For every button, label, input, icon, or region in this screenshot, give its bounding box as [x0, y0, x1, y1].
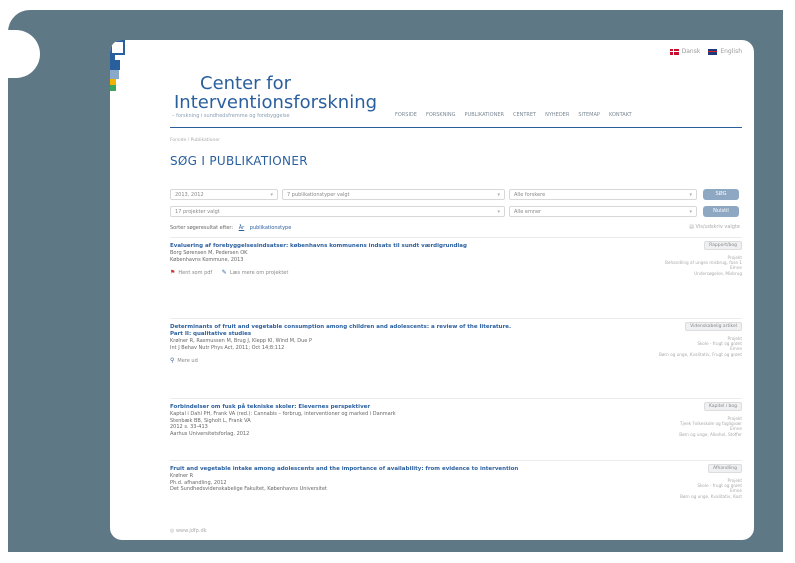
- main-nav: FORSIDE FORSKNING PUBLIKATIONER CENTRET …: [395, 112, 632, 118]
- print-selected-label: Vis/udskriv valgte: [695, 224, 740, 230]
- year-select[interactable]: 2013, 2012 ▾: [170, 189, 278, 200]
- publication-meta: Projekt Skole - frugt og grønt Emne Børn…: [659, 336, 742, 357]
- chevron-down-icon: ▾: [689, 192, 692, 198]
- pubtype-select-value: 7 publikationstyper valgt: [287, 192, 350, 198]
- publication-source: Københavns Kommune, 2013: [170, 256, 244, 263]
- publication-meta: Projekt Behandling af unges misbrug, fas…: [665, 255, 742, 276]
- print-selected[interactable]: ▤ Vis/udskriv valgte: [689, 224, 740, 230]
- publication-meta: Projekt Tjeek Folkeskole og fagligvær Em…: [679, 416, 742, 437]
- publication-title[interactable]: Determinants of fruit and vegetable cons…: [170, 324, 520, 338]
- lang-english[interactable]: English: [708, 48, 742, 55]
- forskere-select-value: Alle forskere: [514, 192, 546, 198]
- lang-danish[interactable]: Dansk: [669, 48, 701, 55]
- emner-select-value: Alle emner: [514, 209, 542, 215]
- link-icon: ⚲: [170, 357, 175, 364]
- publication-item: Forbindelser om fusk på tekniske skoler:…: [170, 398, 742, 467]
- logo[interactable]: Center for Interventionsforskning – fors…: [110, 40, 390, 124]
- publication-institution: Det Sundhedsvidenskabelige Fakultet, Køb…: [170, 486, 327, 492]
- footer-link-label: www.jdfp.dk: [175, 528, 207, 534]
- meta-topic-value[interactable]: Børn og unge, Kvalitativ, Kost: [680, 494, 742, 499]
- projekter-select[interactable]: 17 projekter valgt ▾: [170, 206, 505, 217]
- printer-icon: ▤: [689, 224, 694, 230]
- chevron-down-icon: ▾: [689, 209, 692, 215]
- nav-nyheder[interactable]: NYHEDER: [545, 112, 569, 118]
- logo-tagline: – forskning i sundhedsfremme og forebygg…: [172, 113, 290, 119]
- web-page: Dansk English Center for Interventionsfo…: [110, 40, 754, 540]
- publication-item: Determinants of fruit and vegetable cons…: [170, 318, 742, 395]
- lang-english-label: English: [720, 48, 742, 55]
- nav-forskning[interactable]: FORSKNING: [426, 112, 456, 118]
- language-switcher: Dansk English: [669, 48, 742, 55]
- emner-select[interactable]: Alle emner ▾: [509, 206, 697, 217]
- pubtype-select[interactable]: 7 publikationstyper valgt ▾: [282, 189, 505, 200]
- nav-divider: [170, 127, 742, 128]
- search-button[interactable]: SØG: [703, 189, 739, 200]
- type-badge: Kapitel i bog: [703, 402, 742, 411]
- pencil-icon: ✎: [221, 269, 227, 276]
- logo-line1: Center for: [200, 73, 292, 94]
- nav-publikationer[interactable]: PUBLIKATIONER: [465, 112, 504, 118]
- type-badge: Rapport/bog: [704, 241, 742, 250]
- meta-topic-value[interactable]: Undersøgelse, Misbrug: [665, 271, 742, 276]
- publication-title[interactable]: Evaluering af forebyggelsesindsatser: kø…: [170, 243, 520, 250]
- year-select-value: 2013, 2012: [175, 192, 204, 198]
- chevron-down-icon: ▾: [497, 192, 500, 198]
- type-badge: Afhandling: [707, 464, 742, 473]
- download-pdf-link[interactable]: Hent som pdf: [178, 270, 212, 276]
- publication-title[interactable]: Fruit and vegetable intake among adolesc…: [170, 466, 520, 473]
- nav-sitemap[interactable]: SITEMAP: [578, 112, 600, 118]
- uk-flag-icon: [708, 48, 718, 55]
- nav-forside[interactable]: FORSIDE: [395, 112, 417, 118]
- publication-title[interactable]: Forbindelser om fusk på tekniske skoler:…: [170, 404, 520, 411]
- chevron-down-icon: ▾: [497, 209, 500, 215]
- publication-actions: ⚲ Mere ud: [170, 357, 742, 364]
- project-link[interactable]: Læs mere om projektet: [230, 270, 289, 276]
- breadcrumb[interactable]: Forside / Publikationer: [170, 138, 220, 143]
- chevron-down-icon: ▾: [270, 192, 273, 198]
- logo-line2: Interventionsforskning: [174, 92, 378, 113]
- pdf-icon: ⚑: [170, 269, 176, 276]
- publication-meta: Projekt Skole - frugt og grønt Emne Børn…: [680, 478, 742, 499]
- publication-actions: ⚑ Hent som pdf ✎ Læs mere om projektet: [170, 269, 742, 276]
- publication-item: Fruit and vegetable intake among adolesc…: [170, 460, 742, 525]
- reset-button[interactable]: Nulstil: [703, 206, 739, 217]
- meta-topic-value[interactable]: Børn og unge, Kvalitativ, Frugt og grønt: [659, 352, 742, 357]
- publication-item: Evaluering af forebyggelsesindsatser: kø…: [170, 237, 742, 314]
- nav-kontakt[interactable]: KONTAKT: [609, 112, 632, 118]
- footer-link[interactable]: ◎ www.jdfp.dk: [170, 528, 207, 534]
- danish-flag-icon: [669, 48, 679, 55]
- publication-source: Int J Behav Nutr Phys Act, 2011; Oct 14;…: [170, 344, 285, 351]
- lang-danish-label: Dansk: [681, 48, 701, 55]
- page-title: SØG I PUBLIKATIONER: [170, 154, 308, 168]
- sort-by-year[interactable]: År: [239, 225, 244, 231]
- type-badge: Videnskabelig artikel: [685, 322, 742, 331]
- meta-topic-value[interactable]: Børn og unge, Alkohol, Stoffer: [679, 432, 742, 437]
- publication-publisher: Aarhus Universitetsforlag, 2012: [170, 430, 250, 437]
- forskere-select[interactable]: Alle forskere ▾: [509, 189, 697, 200]
- nav-centret[interactable]: CENTRET: [513, 112, 536, 118]
- sort-label: Sorter søgeresultat efter:: [170, 225, 234, 231]
- sort-bar: Sorter søgeresultat efter: År publikatio…: [170, 225, 291, 231]
- sort-by-type[interactable]: publikationstype: [250, 225, 292, 231]
- projekter-select-value: 17 projekter valgt: [175, 209, 220, 215]
- more-link[interactable]: Mere ud: [177, 358, 197, 364]
